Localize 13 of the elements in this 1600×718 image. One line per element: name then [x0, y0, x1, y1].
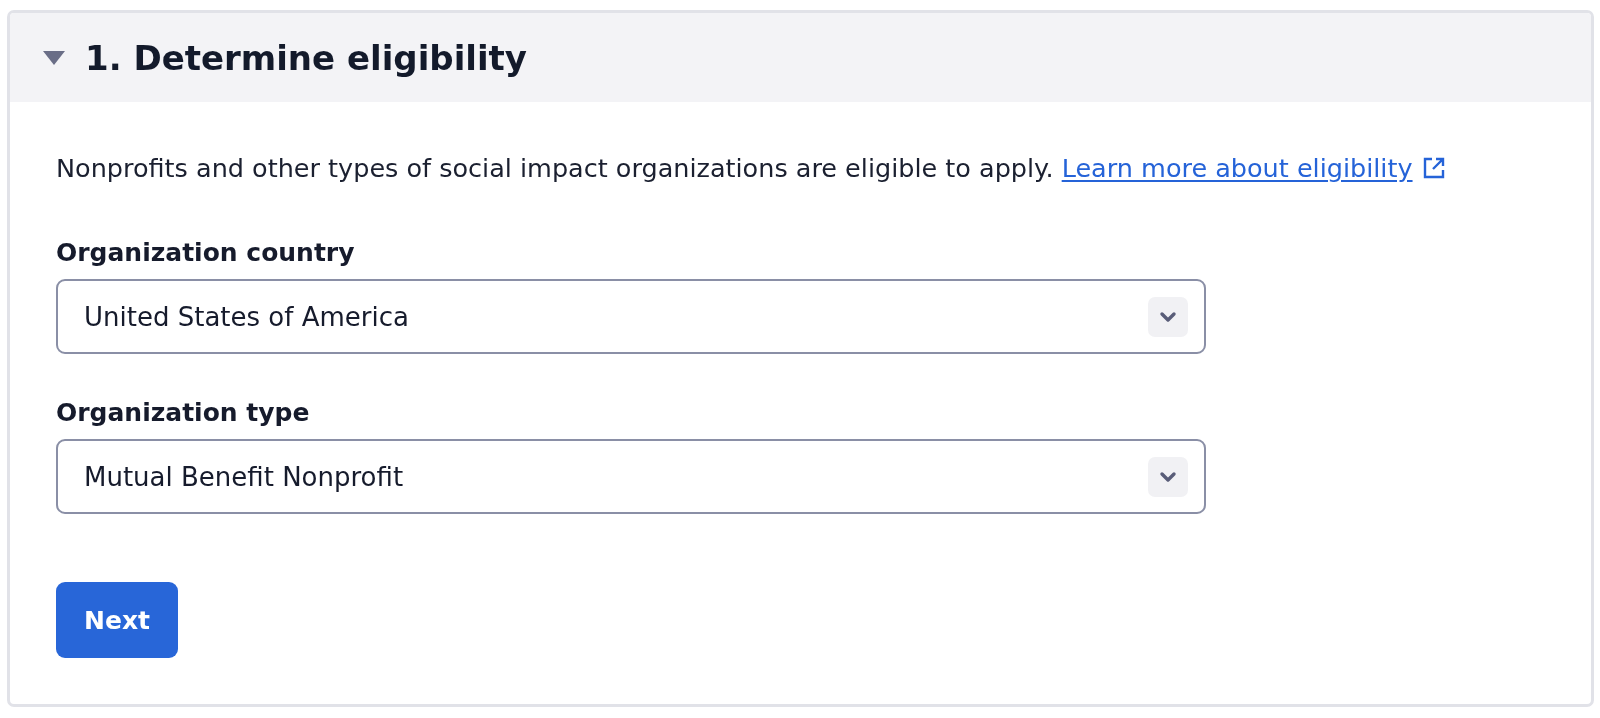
external-link-icon[interactable]: [1422, 157, 1445, 179]
section-header[interactable]: 1. Determine eligibility: [10, 13, 1591, 102]
select-field[interactable]: Mutual Benefit Nonprofit: [56, 439, 1206, 514]
learn-more-link[interactable]: Learn more about eligibility: [1061, 153, 1413, 183]
field-label: Organization country: [56, 237, 355, 269]
intro-text: Nonprofits and other types of social impact organizations are eligible to apply.: [56, 153, 1054, 183]
chevron-down-icon: [1148, 296, 1188, 337]
select-field[interactable]: United States of America: [56, 279, 1206, 354]
next-button[interactable]: Next: [56, 582, 178, 658]
caret-down-icon[interactable]: [43, 50, 65, 65]
chevron-down-icon: [1148, 456, 1188, 497]
field-label: Organization type: [56, 397, 310, 429]
section-title: 1. Determine eligibility: [85, 36, 528, 80]
